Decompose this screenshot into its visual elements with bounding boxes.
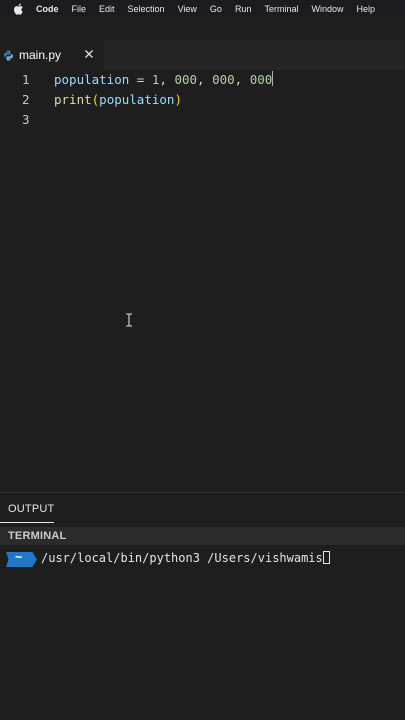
menu-bar: Code File Edit Selection View Go Run Ter…	[0, 0, 405, 17]
menu-terminal[interactable]: Terminal	[264, 4, 298, 14]
token-number: 000	[174, 72, 198, 87]
code-line-3[interactable]: 3	[0, 110, 405, 130]
terminal-header[interactable]: TERMINAL	[0, 527, 405, 545]
tab-output[interactable]: OUTPUT	[8, 503, 54, 515]
code-line-2[interactable]: 2 print(population)	[0, 90, 405, 110]
active-tab-indicator	[0, 522, 54, 523]
code-text: print(population)	[54, 90, 182, 110]
token-function: print	[54, 92, 92, 107]
line-number: 1	[22, 72, 30, 87]
token-operator: =	[129, 72, 152, 87]
token-variable: population	[99, 92, 175, 107]
title-bar	[0, 17, 405, 40]
token-bracket: )	[174, 92, 182, 107]
token-comma: ,	[159, 72, 175, 87]
panel-divider	[0, 492, 405, 493]
line-number: 2	[22, 92, 30, 107]
token-number: 000	[249, 72, 273, 87]
text-cursor	[272, 71, 274, 86]
menu-selection[interactable]: Selection	[128, 4, 165, 14]
tab-bar: main.py	[0, 40, 405, 70]
token-number: 000	[212, 72, 235, 87]
tab-label: main.py	[19, 48, 62, 62]
ibeam-cursor-icon	[126, 313, 132, 327]
terminal-cursor	[322, 551, 330, 564]
menu-go[interactable]: Go	[210, 4, 222, 14]
terminal[interactable]: ~ /usr/local/bin/python3 /Users/vishwami…	[0, 545, 405, 720]
menu-file[interactable]: File	[72, 4, 87, 14]
terminal-command-line: /usr/local/bin/python3 /Users/vishwamis	[41, 551, 330, 565]
menu-view[interactable]: View	[178, 4, 197, 14]
prompt-symbol: ~	[15, 550, 23, 564]
code-editor[interactable]: 1 population = 1, 000, 000, 000 2 print(…	[0, 70, 405, 492]
prompt-badge: ~	[6, 552, 37, 567]
menu-window[interactable]: Window	[311, 4, 343, 14]
token-variable: population	[54, 72, 130, 87]
terminal-command: /usr/local/bin/python3 /Users/vishwamis	[41, 551, 323, 565]
menu-run[interactable]: Run	[235, 4, 252, 14]
menu-help[interactable]: Help	[356, 4, 375, 14]
apple-icon[interactable]	[13, 0, 25, 17]
menu-app-name[interactable]: Code	[36, 4, 59, 14]
token-comma: ,	[197, 72, 213, 87]
close-icon[interactable]	[83, 48, 95, 60]
menu-edit[interactable]: Edit	[99, 4, 115, 14]
code-line-1[interactable]: 1 population = 1, 000, 000, 000	[0, 70, 405, 90]
line-number: 3	[22, 112, 30, 127]
token-comma: ,	[234, 72, 250, 87]
code-text: population = 1, 000, 000, 000	[54, 70, 274, 90]
python-icon	[4, 50, 13, 61]
tab-main-py[interactable]: main.py	[0, 40, 104, 70]
